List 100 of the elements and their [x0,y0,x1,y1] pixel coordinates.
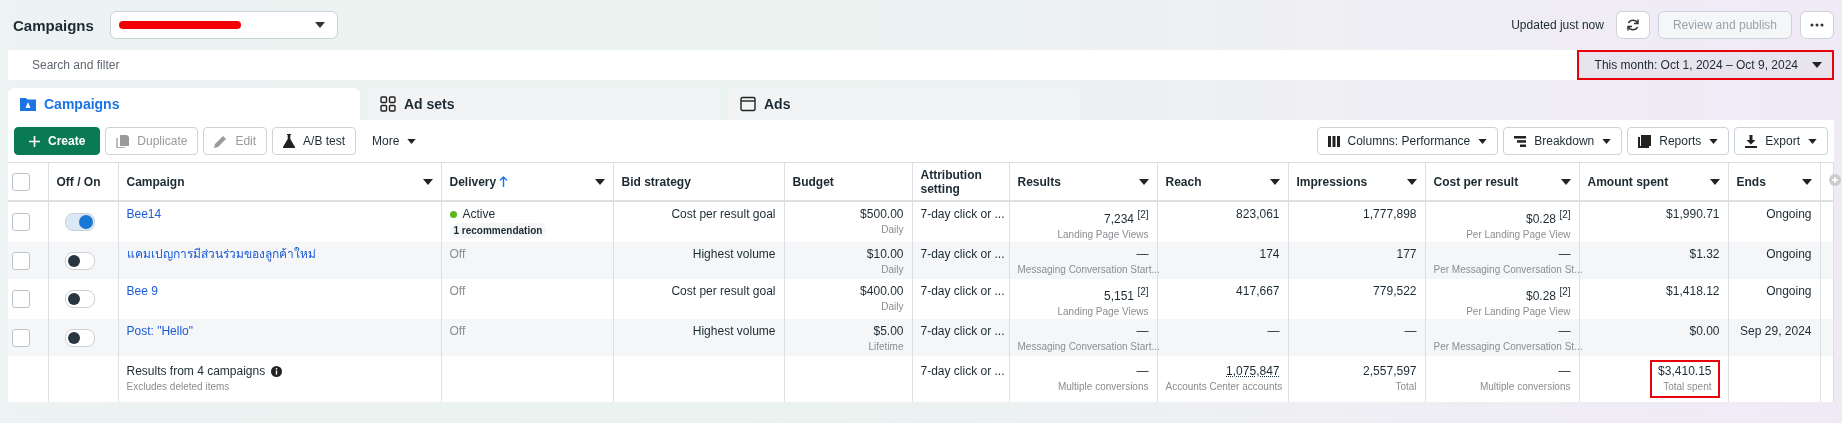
cell-caption: Lifetime [868,341,904,352]
cell-caption: Daily [881,264,904,275]
refresh-icon [1625,18,1640,32]
account-dropdown[interactable] [109,11,338,39]
table-cell: 7-day click or ... [920,364,1005,378]
table-cell: Ongoing [1766,284,1812,298]
select-all-checkbox[interactable] [12,172,30,191]
toolbar-dropdown[interactable]: Breakdown [1503,127,1623,155]
toolbar-dropdown[interactable]: Reports [1627,127,1730,155]
tab[interactable]: Ads [728,88,1080,120]
caret-icon[interactable] [1406,178,1417,185]
campaign-link[interactable]: Bee 9 [126,284,158,298]
column-header[interactable]: Off / On [56,174,110,189]
column-header[interactable]: Budget [792,174,904,189]
table-cell: — [1267,324,1280,338]
table-cell: $1,990.71 [1666,207,1720,221]
recommendation-badge[interactable]: 1 recommendation [449,223,547,238]
table-cell: 174 [1259,247,1280,261]
table-cell: — [1558,324,1571,338]
toggle-switch[interactable] [64,290,95,308]
plus-icon [29,135,40,147]
table-cell: Cost per result goal [671,284,776,298]
caret-icon[interactable] [1709,178,1720,185]
table-cell: $5.00 [873,324,904,338]
info-icon[interactable] [271,366,283,377]
total-spent: $3,410.15 [1658,364,1712,379]
reports-icon [1638,134,1652,148]
table-cell: Highest volume [692,247,776,261]
table-cell: $1.32 [1689,247,1720,261]
caret-icon [1709,138,1719,144]
column-header[interactable]: Amount spent [1587,174,1720,189]
table-cell: Sep 29, 2024 [1740,324,1812,338]
column-header[interactable]: Cost per result [1433,174,1571,189]
row-checkbox[interactable] [12,213,30,231]
caret-icon [1602,138,1612,144]
column-header[interactable]: Delivery [449,174,605,189]
row-checkbox[interactable] [12,251,30,270]
campaign-link[interactable]: Post: "Hello" [126,324,194,338]
search-field[interactable]: Search and filter [8,50,1577,80]
table-cell: 823,061 [1236,207,1280,221]
page-title: Campaigns [13,16,94,34]
table-cell: 7-day click or ... [920,324,1005,338]
table-cell: $0.28 $^{[2]}$ [1526,289,1571,303]
date-range-button[interactable]: This month: Oct 1, 2024 – Oct 9, 2024 [1576,50,1834,80]
table-cell: — [1136,324,1149,338]
breakdown-icon [1514,135,1527,147]
table-cell: Highest volume [692,324,776,338]
caret-icon[interactable] [422,178,433,185]
cell-caption: Total spent [1663,380,1712,394]
table-cell: $400.00 [860,284,904,298]
cell-caption: Landing Page Views [1057,306,1149,317]
table-cell: 2,557,597 [1363,364,1417,378]
table-cell: 779,522 [1373,284,1417,298]
delivery-status: Off [449,284,466,299]
table-cell: 5,151 $^{[2]}$ [1104,289,1149,303]
refresh-button[interactable] [1615,11,1650,39]
caret-icon [1478,138,1488,144]
tab[interactable]: Campaigns [8,88,360,120]
caret-icon[interactable] [1801,178,1812,185]
table-cell: 1,075,847 [1226,364,1280,378]
toolbar-button[interactable]: A/B test [272,127,357,155]
columns-icon [1327,135,1340,147]
cell-caption: Landing Page Views [1057,229,1149,240]
more-icon [1810,23,1824,27]
cell-caption: Daily [881,224,904,235]
toolbar-dropdown[interactable]: Columns: Performance [1316,127,1499,155]
row-checkbox[interactable] [12,290,30,308]
column-header[interactable]: Reach [1165,174,1280,189]
caret-icon[interactable] [1138,178,1149,185]
summary-title: Results from 4 campaigns [126,364,266,379]
caret-icon [1808,138,1817,144]
cell-caption: Accounts Center accounts [1165,381,1283,392]
cell-caption: Total [1395,381,1417,392]
toggle-switch[interactable] [64,213,95,231]
campaign-link[interactable]: Bee14 [126,207,162,221]
table-cell: 7,234 $^{[2]}$ [1104,212,1149,226]
caret-icon[interactable] [1269,178,1280,185]
caret-icon [314,22,325,28]
caret-icon [407,138,417,144]
row-checkbox[interactable] [12,328,30,347]
toolbar-button[interactable]: Create [14,127,101,155]
column-header[interactable]: Campaign [126,174,433,189]
column-header[interactable]: Impressions [1296,174,1417,189]
toolbar-dropdown[interactable]: Export [1734,127,1828,155]
delivery-status: Off [449,324,466,339]
toggle-switch[interactable] [64,328,95,347]
column-header[interactable]: Bid strategy [621,174,776,189]
caret-icon[interactable] [1560,178,1571,185]
tab[interactable]: Ad sets [368,88,720,120]
column-header[interactable]: Ends [1736,174,1812,189]
window-icon [740,96,756,112]
toggle-switch[interactable] [64,251,95,270]
grid-icon [380,96,396,112]
folder-icon [20,97,36,111]
table-cell: 417,667 [1236,284,1280,298]
caret-icon[interactable] [594,178,605,185]
table-cell: Cost per result goal [671,207,776,221]
column-header[interactable]: Attribution setting [920,167,1001,196]
copy-icon [116,134,130,148]
column-header[interactable]: Results [1017,174,1149,189]
